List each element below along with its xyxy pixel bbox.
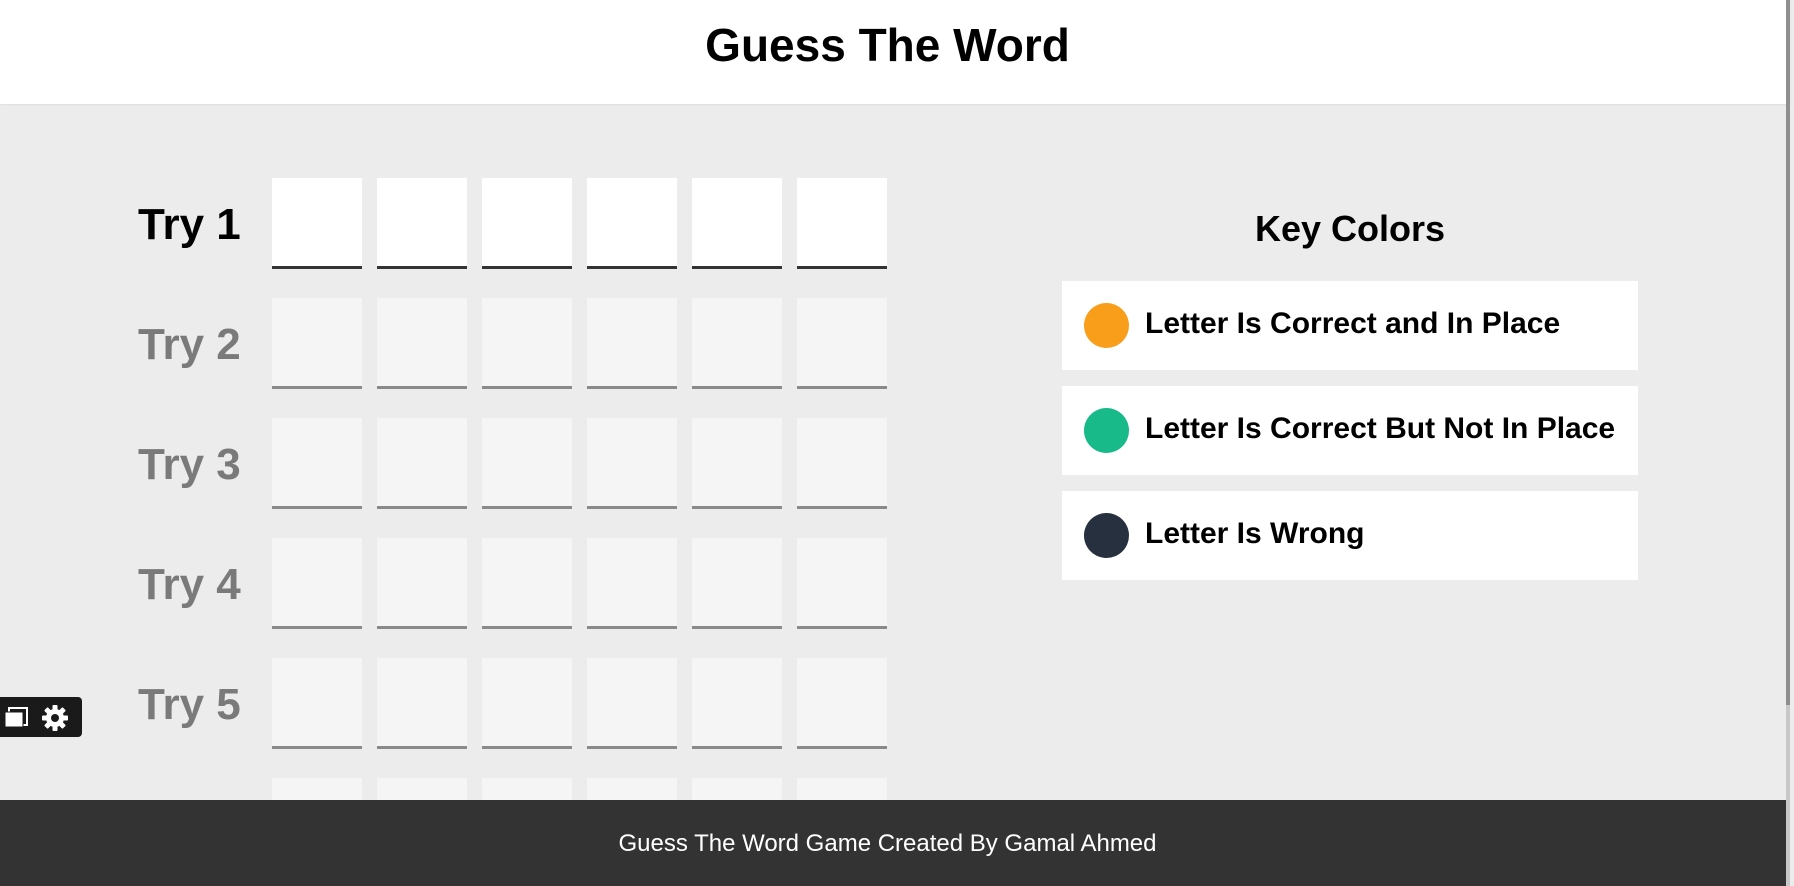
letter-input xyxy=(272,418,362,509)
try-label: Try 3 xyxy=(138,440,241,489)
letter-input xyxy=(272,298,362,389)
letter-input xyxy=(482,538,572,629)
app-root: Guess The Word Try 1 Try 2 Try 3 Try 4 Try 5… xyxy=(0,0,1790,886)
letter-input xyxy=(797,658,887,749)
footer-text: Guess The Word Game Created By Gamal Ahm… xyxy=(618,830,1157,857)
gear-icon[interactable] xyxy=(40,703,70,733)
try-row-4: Try 4 xyxy=(130,538,890,630)
letter-input xyxy=(797,298,887,389)
letter-input xyxy=(482,418,572,509)
letter-input xyxy=(377,538,467,629)
green-dot-icon xyxy=(1084,408,1129,453)
letter-input[interactable] xyxy=(482,178,572,269)
try-label: Try 4 xyxy=(138,560,241,609)
scrollbar-thumb[interactable] xyxy=(1786,0,1790,705)
try-row-2: Try 2 xyxy=(130,298,890,390)
letter-input xyxy=(587,418,677,509)
window-icon[interactable] xyxy=(4,706,28,728)
letter-input[interactable] xyxy=(272,178,362,269)
key-item-label: Letter Is Correct and In Place xyxy=(1145,307,1561,340)
letter-input xyxy=(692,418,782,509)
letter-input xyxy=(692,538,782,629)
letter-input xyxy=(587,538,677,629)
page-title: Guess The Word xyxy=(705,19,1070,71)
letter-input xyxy=(272,538,362,629)
try-row-3: Try 3 xyxy=(130,418,890,510)
orange-dot-icon xyxy=(1084,303,1129,348)
letter-input[interactable] xyxy=(377,178,467,269)
floating-toolbar xyxy=(0,697,82,737)
try-row-1: Try 1 xyxy=(130,178,890,270)
letter-input xyxy=(377,298,467,389)
letter-input xyxy=(692,298,782,389)
key-item-label: Letter Is Correct But Not In Place xyxy=(1145,412,1616,445)
page-header: Guess The Word xyxy=(0,0,1790,104)
try-label: Try 5 xyxy=(138,680,241,729)
letter-input[interactable] xyxy=(587,178,677,269)
letter-input xyxy=(692,658,782,749)
letter-input xyxy=(797,538,887,629)
page-footer: Guess The Word Game Created By Gamal Ahm… xyxy=(0,800,1790,886)
letter-input xyxy=(482,298,572,389)
letter-input xyxy=(797,418,887,509)
letter-input xyxy=(587,658,677,749)
letter-input[interactable] xyxy=(797,178,887,269)
scrollbar[interactable] xyxy=(1786,0,1790,886)
try-label: Try 1 xyxy=(138,200,241,249)
try-row-5: Try 5 xyxy=(130,658,890,750)
letter-input xyxy=(272,658,362,749)
letter-input xyxy=(377,418,467,509)
key-item-correct-in-place: Letter Is Correct and In Place xyxy=(1062,281,1638,370)
try-label: Try 2 xyxy=(138,320,241,369)
key-colors-title: Key Colors xyxy=(1254,208,1446,249)
letter-input xyxy=(587,298,677,389)
letter-input xyxy=(482,658,572,749)
key-colors-panel: Key Colors Letter Is Correct and In Plac… xyxy=(1062,200,1638,596)
letter-input xyxy=(377,658,467,749)
key-item-correct-not-in-place: Letter Is Correct But Not In Place xyxy=(1062,386,1638,475)
key-item-label: Letter Is Wrong xyxy=(1145,517,1365,550)
dark-dot-icon xyxy=(1084,513,1129,558)
key-item-wrong: Letter Is Wrong xyxy=(1062,491,1638,580)
letter-input[interactable] xyxy=(692,178,782,269)
